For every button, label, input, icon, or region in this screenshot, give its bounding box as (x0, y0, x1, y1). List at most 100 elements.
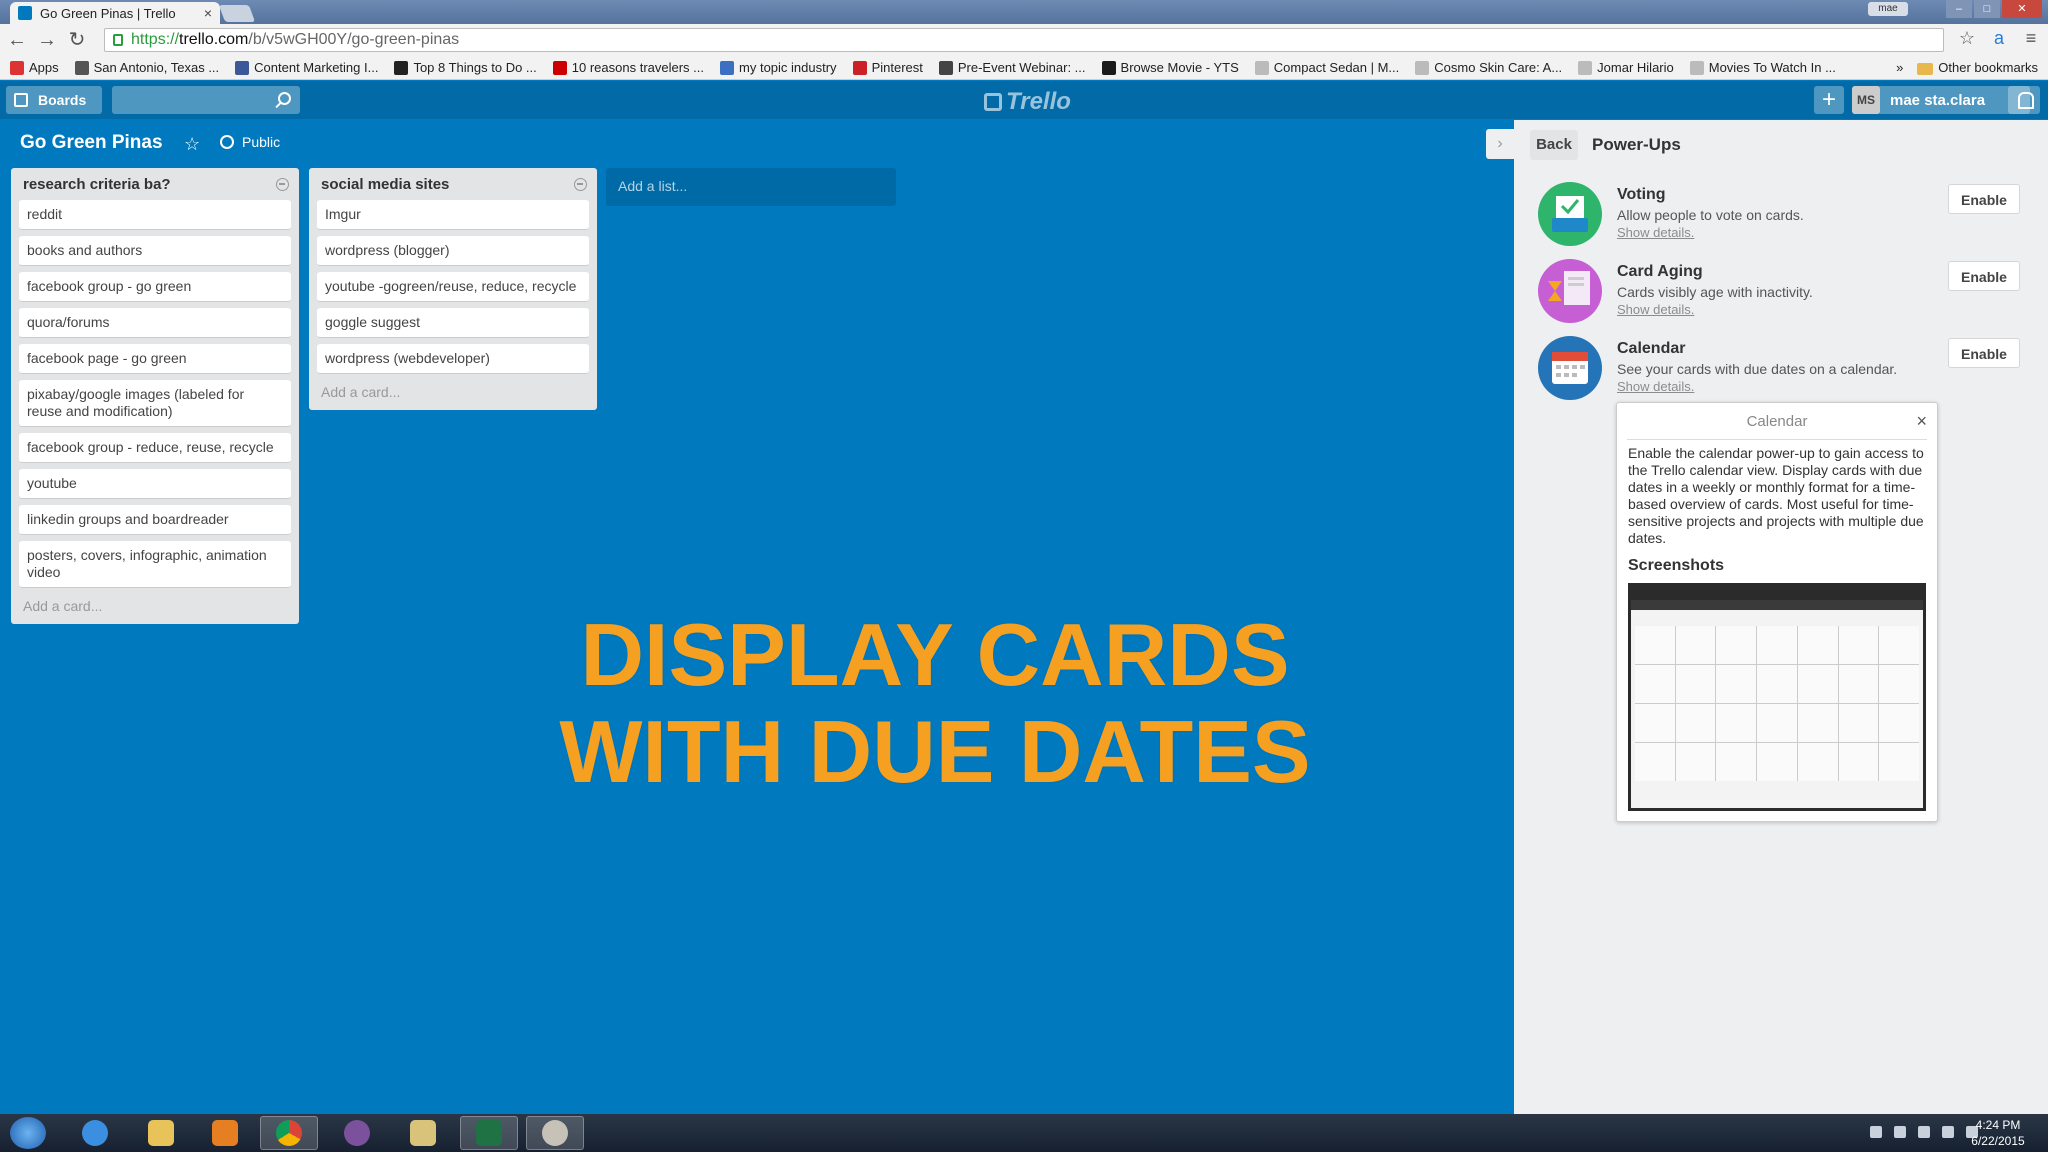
trello-logo[interactable]: Trello (984, 88, 1071, 116)
windows-flag-icon[interactable] (1894, 1126, 1906, 1138)
member-name: mae sta.clara (1890, 91, 1986, 109)
viber-icon[interactable] (328, 1116, 386, 1150)
card[interactable]: quora/forums (19, 308, 291, 338)
list-menu-icon[interactable] (574, 178, 587, 191)
notifications-bell-icon[interactable] (2008, 86, 2040, 114)
start-button[interactable] (10, 1117, 46, 1149)
card[interactable]: facebook page - go green (19, 344, 291, 374)
list-research-criteria: research criteria ba? reddit books and au… (11, 168, 299, 624)
bookmark-item[interactable]: 10 reasons travelers ... (552, 60, 704, 75)
file-explorer-icon[interactable] (132, 1116, 190, 1150)
star-icon[interactable]: ☆ (184, 134, 200, 155)
calendar-screenshot-image[interactable] (1628, 583, 1926, 811)
bookmark-favicon-icon (74, 60, 89, 75)
close-icon[interactable]: × (1916, 411, 1927, 432)
bookmark-item[interactable]: Pre-Event Webinar: ... (938, 60, 1086, 75)
address-bar[interactable]: https://trello.com/b/v5wGH00Y/go-green-p… (104, 28, 1944, 52)
list-menu-icon[interactable] (276, 178, 289, 191)
bookmark-item[interactable]: San Antonio, Texas ... (74, 60, 219, 75)
browser-tab[interactable]: Go Green Pinas | Trello × (10, 2, 220, 24)
bookmark-item[interactable]: Top 8 Things to Do ... (394, 60, 537, 75)
card[interactable]: Imgur (317, 200, 589, 230)
bookmark-item[interactable]: Cosmo Skin Care: A... (1415, 60, 1562, 75)
trello-favicon-icon (18, 6, 32, 20)
tray-arrow-icon[interactable] (1870, 1126, 1882, 1138)
card[interactable]: wordpress (webdeveloper) (317, 344, 589, 374)
card[interactable]: posters, covers, infographic, animation … (19, 541, 291, 588)
excel-icon[interactable] (460, 1116, 518, 1150)
new-tab-button[interactable] (218, 5, 256, 22)
enable-card-aging-button[interactable]: Enable (1948, 261, 2020, 291)
bookmark-item[interactable]: Jomar Hilario (1578, 60, 1674, 75)
search-input[interactable] (112, 86, 300, 114)
bookmark-item[interactable]: Movies To Watch In ... (1689, 60, 1836, 75)
tab-close-icon[interactable]: × (204, 5, 212, 21)
minimize-button[interactable]: – (1946, 0, 1972, 18)
chrome-menu-icon[interactable]: ≡ (2020, 28, 2042, 49)
maximize-button[interactable]: □ (1974, 0, 2000, 18)
enable-calendar-button[interactable]: Enable (1948, 338, 2020, 368)
boards-button[interactable]: Boards (6, 86, 102, 114)
bookmark-item[interactable]: Content Marketing I... (235, 60, 378, 75)
board-title[interactable]: Go Green Pinas (20, 132, 163, 154)
window-close-button[interactable]: ✕ (2002, 0, 2042, 18)
bookmark-item[interactable]: my topic industry (720, 60, 837, 75)
search-icon[interactable] (278, 92, 291, 105)
back-button[interactable]: Back (1530, 130, 1578, 160)
divider (1627, 439, 1927, 440)
enable-voting-button[interactable]: Enable (1948, 184, 2020, 214)
bookmarks-right: » Other bookmarks (1896, 60, 2038, 75)
url-host: trello.com (179, 31, 249, 48)
bookmark-item[interactable]: Compact Sedan | M... (1254, 60, 1399, 75)
list-header[interactable]: social media sites (317, 174, 589, 200)
bookmark-favicon-icon (552, 60, 567, 75)
card[interactable]: facebook group - reduce, reuse, recycle (19, 433, 291, 463)
windows-taskbar: 4:24 PM 6/22/2015 (0, 1114, 2048, 1152)
lock-icon (113, 34, 123, 46)
add-card-link[interactable]: Add a card... (317, 380, 589, 404)
collapse-sidebar-icon[interactable]: › (1486, 129, 1514, 159)
profile-chip[interactable]: mae (1868, 2, 1908, 16)
bookmark-item[interactable]: Apps (10, 60, 59, 75)
bookmark-label: Movies To Watch In ... (1708, 60, 1836, 75)
folder-icon[interactable] (394, 1116, 452, 1150)
show-details-link[interactable]: Show details. (1617, 379, 1694, 394)
show-details-link[interactable]: Show details. (1617, 302, 1694, 317)
card[interactable]: youtube (19, 469, 291, 499)
bookmark-item[interactable]: Browse Movie - YTS (1101, 60, 1239, 75)
bookmark-favicon-icon (1689, 60, 1704, 75)
member-menu-button[interactable]: MS mae sta.clara (1852, 86, 2030, 114)
bookmark-item[interactable]: Pinterest (852, 60, 923, 75)
bookmarks-overflow-icon[interactable]: » (1896, 60, 1903, 75)
system-clock[interactable]: 4:24 PM 6/22/2015 (1960, 1117, 2036, 1149)
back-arrow-icon[interactable]: ← (4, 27, 30, 53)
visibility-button[interactable]: Public (220, 134, 280, 150)
card[interactable]: goggle suggest (317, 308, 589, 338)
chrome-icon[interactable] (260, 1116, 318, 1150)
reload-icon[interactable]: ↻ (64, 27, 90, 53)
paint-icon[interactable] (526, 1116, 584, 1150)
media-player-icon[interactable] (196, 1116, 254, 1150)
extension-icon[interactable]: a (1988, 28, 2010, 49)
card[interactable]: linkedin groups and boardreader (19, 505, 291, 535)
action-center-icon[interactable] (1918, 1126, 1930, 1138)
other-bookmarks-folder[interactable]: Other bookmarks (1917, 60, 2038, 75)
screenshot-header (1631, 586, 1923, 600)
card[interactable]: pixabay/google images (labeled for reuse… (19, 380, 291, 427)
add-list-button[interactable]: Add a list... (606, 168, 896, 206)
popover-description: Enable the calendar power-up to gain acc… (1628, 445, 1924, 546)
add-card-link[interactable]: Add a card... (19, 594, 291, 618)
globe-icon (220, 135, 234, 149)
card[interactable]: wordpress (blogger) (317, 236, 589, 266)
show-details-link[interactable]: Show details. (1617, 225, 1694, 240)
card[interactable]: youtube -gogreen/reuse, reduce, recycle (317, 272, 589, 302)
card[interactable]: books and authors (19, 236, 291, 266)
card[interactable]: reddit (19, 200, 291, 230)
bookmark-star-icon[interactable]: ☆ (1956, 28, 1978, 49)
forward-arrow-icon[interactable]: → (34, 27, 60, 53)
volume-icon[interactable] (1942, 1126, 1954, 1138)
add-button[interactable]: + (1814, 86, 1844, 114)
internet-explorer-icon[interactable] (66, 1116, 124, 1150)
card[interactable]: facebook group - go green (19, 272, 291, 302)
list-header[interactable]: research criteria ba? (19, 174, 291, 200)
